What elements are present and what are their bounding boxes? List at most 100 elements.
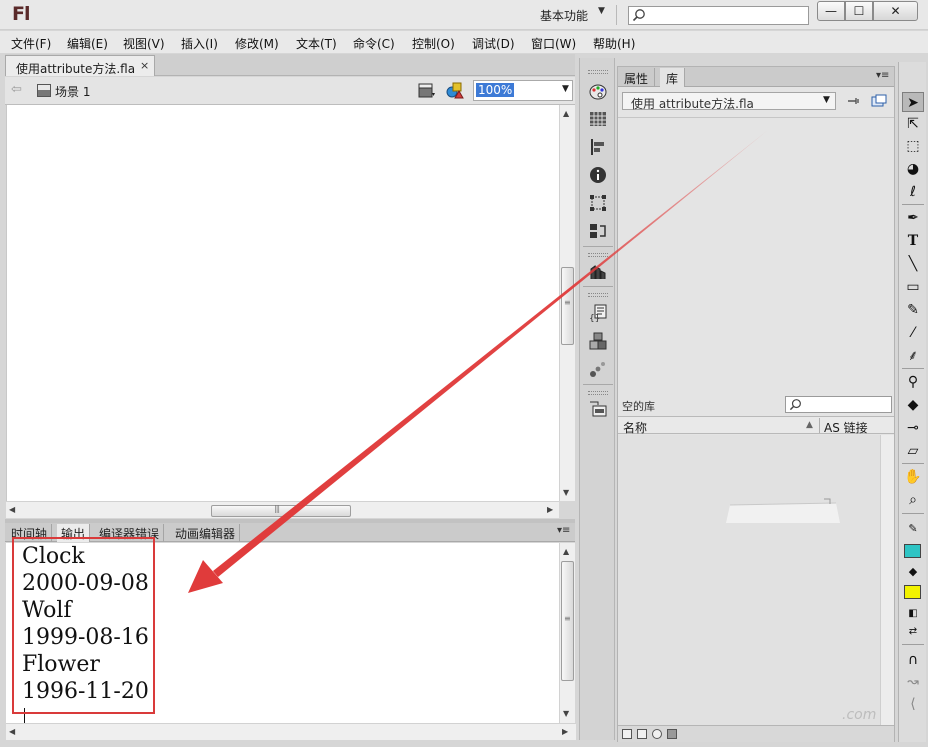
scroll-left-icon[interactable]: ◀	[9, 505, 15, 514]
text-tool-icon[interactable]: T	[902, 231, 924, 251]
color-palette-icon[interactable]	[589, 83, 607, 101]
help-search-input[interactable]	[628, 6, 809, 25]
sort-ascending-icon[interactable]: ▲	[806, 420, 813, 430]
trash-icon[interactable]	[667, 729, 677, 739]
back-arrow-icon[interactable]: ⇦	[11, 82, 22, 97]
stage-horizontal-scrollbar[interactable]: ◀ ||| ▶	[6, 501, 559, 518]
brush-tool-icon[interactable]: ⁄	[902, 323, 924, 343]
subselection-tool-icon[interactable]: ⇱	[902, 114, 924, 134]
edit-symbols-icon[interactable]	[446, 81, 466, 99]
maximize-button[interactable]: ☐	[845, 1, 873, 21]
scroll-up-icon[interactable]: ▲	[563, 547, 569, 556]
scene-panel-icon[interactable]	[589, 222, 607, 240]
scroll-right-icon[interactable]: ▶	[547, 505, 553, 514]
chevron-down-icon[interactable]: ▼	[823, 95, 830, 105]
stroke-color-swatch[interactable]	[904, 544, 921, 558]
output-horizontal-scrollbar[interactable]: ◀ ▶	[6, 723, 576, 740]
bone-tool-icon[interactable]: ⚲	[902, 372, 924, 392]
eyedropper-tool-icon[interactable]: ⊸	[902, 418, 924, 438]
scroll-up-icon[interactable]: ▲	[563, 109, 569, 118]
selection-tool-icon[interactable]: ➤	[902, 92, 924, 112]
stage-vertical-scrollbar[interactable]: ▲ ≡ ▼	[559, 105, 575, 501]
align-icon[interactable]	[589, 138, 607, 156]
free-transform-tool-icon[interactable]: ⬚	[902, 136, 924, 156]
paint-bucket-tool-icon[interactable]: ◆	[902, 395, 924, 415]
swap-colors-icon[interactable]: ⇄	[902, 622, 924, 642]
smooth-icon[interactable]: ↝	[902, 672, 924, 692]
new-library-panel-icon[interactable]	[871, 94, 887, 108]
menu-debug[interactable]: 调试(D)	[472, 35, 515, 52]
chevron-down-icon[interactable]: ▼	[562, 84, 569, 94]
close-window-button[interactable]: ✕	[873, 1, 918, 21]
close-tab-icon[interactable]: ×	[140, 59, 149, 72]
zoom-select[interactable]: 100% ▼	[473, 80, 573, 101]
stage-canvas[interactable]	[6, 105, 559, 501]
info-icon[interactable]	[589, 166, 607, 184]
chevron-down-icon[interactable]: ▼	[598, 6, 605, 16]
lasso-tool-icon[interactable]: ℓ	[902, 182, 924, 202]
menu-text[interactable]: 文本(T)	[296, 35, 337, 52]
motion-presets-icon[interactable]	[589, 360, 607, 378]
panel-menu-icon[interactable]: ▾≡	[557, 525, 570, 536]
menu-commands[interactable]: 命令(C)	[353, 35, 395, 52]
menu-modify[interactable]: 修改(M)	[235, 35, 279, 52]
menu-help[interactable]: 帮助(H)	[593, 35, 635, 52]
scene-breadcrumb[interactable]: 场景 1	[55, 83, 90, 100]
fill-color-swatch[interactable]	[904, 585, 921, 599]
column-as-linkage[interactable]: AS 链接	[824, 419, 868, 436]
transform-icon[interactable]	[589, 194, 607, 212]
strip-grip[interactable]	[588, 253, 608, 257]
pin-library-icon[interactable]	[846, 95, 860, 107]
deco-tool-icon[interactable]: ⸙	[902, 346, 924, 366]
strip-grip[interactable]	[588, 293, 608, 297]
black-white-icon[interactable]: ◧	[902, 604, 924, 624]
new-folder-icon[interactable]	[637, 729, 647, 739]
strip-grip[interactable]	[588, 70, 608, 74]
components-icon[interactable]	[589, 263, 607, 281]
hand-tool-icon[interactable]: ✋	[902, 467, 924, 487]
properties-icon[interactable]	[652, 729, 662, 739]
output-vertical-scrollbar[interactable]: ▲ ≡ ▼	[559, 543, 575, 723]
line-tool-icon[interactable]: ╲	[902, 254, 924, 274]
tab-properties[interactable]: 属性	[618, 68, 656, 87]
tab-library[interactable]: 库	[660, 68, 686, 87]
scroll-thumb[interactable]: ≡	[561, 561, 574, 681]
menu-edit[interactable]: 编辑(E)	[67, 35, 108, 52]
library-item-list[interactable]	[618, 435, 894, 725]
library-search-input[interactable]	[785, 396, 892, 413]
code-snippets-icon[interactable]	[589, 332, 607, 350]
straighten-icon[interactable]: ⟨	[902, 694, 924, 714]
scroll-left-icon[interactable]: ◀	[9, 727, 15, 736]
menu-view[interactable]: 视图(V)	[123, 35, 165, 52]
column-name[interactable]: 名称	[623, 419, 647, 436]
eraser-tool-icon[interactable]: ▱	[902, 441, 924, 461]
scroll-down-icon[interactable]: ▼	[563, 488, 569, 497]
menu-file[interactable]: 文件(F)	[11, 35, 51, 52]
strip-grip[interactable]	[588, 391, 608, 395]
rectangle-tool-icon[interactable]: ▭	[902, 277, 924, 297]
pen-tool-icon[interactable]: ✒	[902, 208, 924, 228]
workspace-switcher[interactable]: 基本功能	[540, 7, 588, 24]
column-divider[interactable]	[819, 418, 820, 433]
snap-magnet-icon[interactable]: ∩	[902, 650, 924, 670]
zoom-tool-icon[interactable]: ⌕	[902, 490, 924, 510]
scroll-down-icon[interactable]: ▼	[563, 709, 569, 718]
scroll-right-icon[interactable]: ▶	[562, 727, 568, 736]
library-document-select[interactable]: 使用 attribute方法.fla ▼	[622, 92, 836, 111]
edit-scene-icon[interactable]	[418, 82, 436, 98]
actions-icon[interactable]: {}	[589, 304, 607, 322]
project-icon[interactable]	[589, 400, 607, 418]
minimize-button[interactable]: —	[817, 1, 845, 21]
menu-control[interactable]: 控制(O)	[412, 35, 455, 52]
swatches-icon[interactable]	[589, 110, 607, 128]
tab-motion-editor[interactable]: 动画编辑器	[171, 524, 241, 542]
3d-rotation-tool-icon[interactable]: ◕	[902, 159, 924, 179]
new-symbol-icon[interactable]	[622, 729, 632, 739]
menu-insert[interactable]: 插入(I)	[181, 35, 218, 52]
library-vertical-scrollbar[interactable]	[880, 435, 894, 725]
menu-window[interactable]: 窗口(W)	[531, 35, 576, 52]
pencil-tool-icon[interactable]: ✎	[902, 300, 924, 320]
scroll-thumb[interactable]: |||	[211, 504, 351, 517]
panel-menu-icon[interactable]: ▾≡	[876, 70, 889, 81]
scroll-thumb[interactable]: ≡	[561, 267, 574, 345]
